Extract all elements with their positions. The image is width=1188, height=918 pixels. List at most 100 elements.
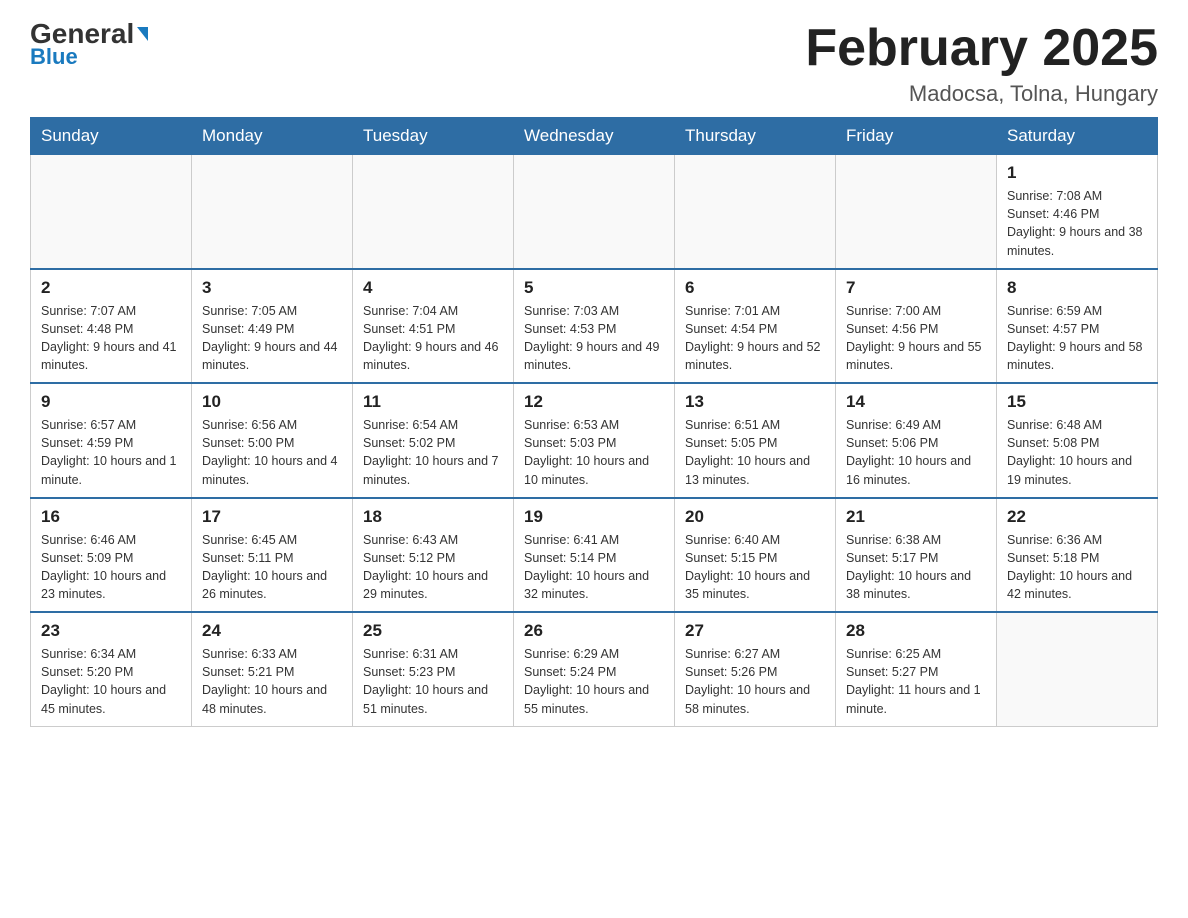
month-title: February 2025	[805, 20, 1158, 77]
day-info: Sunrise: 6:38 AMSunset: 5:17 PMDaylight:…	[846, 531, 986, 604]
day-number: 25	[363, 621, 503, 641]
day-info: Sunrise: 7:03 AMSunset: 4:53 PMDaylight:…	[524, 302, 664, 375]
day-number: 4	[363, 278, 503, 298]
calendar-cell: 3 Sunrise: 7:05 AMSunset: 4:49 PMDaylight…	[192, 269, 353, 384]
calendar-cell: 13 Sunrise: 6:51 AMSunset: 5:05 PMDayligh…	[675, 383, 836, 498]
day-number: 27	[685, 621, 825, 641]
calendar-cell: 11 Sunrise: 6:54 AMSunset: 5:02 PMDayligh…	[353, 383, 514, 498]
day-info: Sunrise: 6:56 AMSunset: 5:00 PMDaylight:…	[202, 416, 342, 489]
page-header: General Blue February 2025 Madocsa, Toln…	[30, 20, 1158, 107]
calendar-cell: 14 Sunrise: 6:49 AMSunset: 5:06 PMDayligh…	[836, 383, 997, 498]
day-number: 19	[524, 507, 664, 527]
day-info: Sunrise: 7:01 AMSunset: 4:54 PMDaylight:…	[685, 302, 825, 375]
calendar-cell	[836, 155, 997, 269]
day-info: Sunrise: 7:08 AMSunset: 4:46 PMDaylight:…	[1007, 187, 1147, 260]
calendar-day-header: Wednesday	[514, 118, 675, 155]
day-info: Sunrise: 7:04 AMSunset: 4:51 PMDaylight:…	[363, 302, 503, 375]
day-number: 1	[1007, 163, 1147, 183]
day-info: Sunrise: 6:33 AMSunset: 5:21 PMDaylight:…	[202, 645, 342, 718]
day-info: Sunrise: 6:40 AMSunset: 5:15 PMDaylight:…	[685, 531, 825, 604]
calendar-cell: 19 Sunrise: 6:41 AMSunset: 5:14 PMDayligh…	[514, 498, 675, 613]
day-number: 15	[1007, 392, 1147, 412]
calendar-day-header: Tuesday	[353, 118, 514, 155]
day-number: 16	[41, 507, 181, 527]
day-info: Sunrise: 6:31 AMSunset: 5:23 PMDaylight:…	[363, 645, 503, 718]
day-number: 18	[363, 507, 503, 527]
calendar-cell	[192, 155, 353, 269]
calendar-header-row: SundayMondayTuesdayWednesdayThursdayFrid…	[31, 118, 1158, 155]
calendar-cell: 26Sunrise: 6:29 AMSunset: 5:24 PMDayligh…	[514, 612, 675, 726]
calendar-week-row: 2Sunrise: 7:07 AMSunset: 4:48 PMDaylight…	[31, 269, 1158, 384]
calendar-cell: 20 Sunrise: 6:40 AMSunset: 5:15 PMDayligh…	[675, 498, 836, 613]
calendar-cell	[353, 155, 514, 269]
calendar-week-row: 16 Sunrise: 6:46 AMSunset: 5:09 PMDayligh…	[31, 498, 1158, 613]
day-number: 24	[202, 621, 342, 641]
calendar-cell: 2Sunrise: 7:07 AMSunset: 4:48 PMDaylight…	[31, 269, 192, 384]
calendar-cell: 16 Sunrise: 6:46 AMSunset: 5:09 PMDayligh…	[31, 498, 192, 613]
day-info: Sunrise: 6:57 AMSunset: 4:59 PMDaylight:…	[41, 416, 181, 489]
day-info: Sunrise: 6:49 AMSunset: 5:06 PMDaylight:…	[846, 416, 986, 489]
day-number: 11	[363, 392, 503, 412]
calendar-cell: 21Sunrise: 6:38 AMSunset: 5:17 PMDayligh…	[836, 498, 997, 613]
day-info: Sunrise: 6:27 AMSunset: 5:26 PMDaylight:…	[685, 645, 825, 718]
calendar-cell	[514, 155, 675, 269]
calendar-cell: 22 Sunrise: 6:36 AMSunset: 5:18 PMDayligh…	[997, 498, 1158, 613]
day-info: Sunrise: 6:51 AMSunset: 5:05 PMDaylight:…	[685, 416, 825, 489]
day-number: 6	[685, 278, 825, 298]
day-number: 23	[41, 621, 181, 641]
day-info: Sunrise: 7:05 AMSunset: 4:49 PMDaylight:…	[202, 302, 342, 375]
day-number: 28	[846, 621, 986, 641]
day-number: 7	[846, 278, 986, 298]
calendar-cell	[675, 155, 836, 269]
day-info: Sunrise: 6:25 AMSunset: 5:27 PMDaylight:…	[846, 645, 986, 718]
calendar-cell	[997, 612, 1158, 726]
calendar-cell: 18 Sunrise: 6:43 AMSunset: 5:12 PMDayligh…	[353, 498, 514, 613]
day-info: Sunrise: 7:00 AMSunset: 4:56 PMDaylight:…	[846, 302, 986, 375]
day-number: 5	[524, 278, 664, 298]
day-info: Sunrise: 6:43 AMSunset: 5:12 PMDaylight:…	[363, 531, 503, 604]
day-info: Sunrise: 6:53 AMSunset: 5:03 PMDaylight:…	[524, 416, 664, 489]
day-number: 20	[685, 507, 825, 527]
day-info: Sunrise: 6:48 AMSunset: 5:08 PMDaylight:…	[1007, 416, 1147, 489]
calendar-cell: 5 Sunrise: 7:03 AMSunset: 4:53 PMDaylight…	[514, 269, 675, 384]
day-info: Sunrise: 6:54 AMSunset: 5:02 PMDaylight:…	[363, 416, 503, 489]
calendar-cell: 25 Sunrise: 6:31 AMSunset: 5:23 PMDayligh…	[353, 612, 514, 726]
logo: General Blue	[30, 20, 148, 70]
calendar-cell: 15 Sunrise: 6:48 AMSunset: 5:08 PMDayligh…	[997, 383, 1158, 498]
calendar-cell: 24 Sunrise: 6:33 AMSunset: 5:21 PMDayligh…	[192, 612, 353, 726]
calendar-cell: 9 Sunrise: 6:57 AMSunset: 4:59 PMDaylight…	[31, 383, 192, 498]
day-info: Sunrise: 6:41 AMSunset: 5:14 PMDaylight:…	[524, 531, 664, 604]
calendar-cell: 7 Sunrise: 7:00 AMSunset: 4:56 PMDaylight…	[836, 269, 997, 384]
calendar-day-header: Thursday	[675, 118, 836, 155]
day-info: Sunrise: 6:29 AMSunset: 5:24 PMDaylight:…	[524, 645, 664, 718]
day-info: Sunrise: 6:34 AMSunset: 5:20 PMDaylight:…	[41, 645, 181, 718]
day-info: Sunrise: 6:36 AMSunset: 5:18 PMDaylight:…	[1007, 531, 1147, 604]
day-number: 9	[41, 392, 181, 412]
calendar-day-header: Friday	[836, 118, 997, 155]
day-info: Sunrise: 6:45 AMSunset: 5:11 PMDaylight:…	[202, 531, 342, 604]
day-number: 3	[202, 278, 342, 298]
calendar-week-row: 23 Sunrise: 6:34 AMSunset: 5:20 PMDayligh…	[31, 612, 1158, 726]
calendar-cell: 10 Sunrise: 6:56 AMSunset: 5:00 PMDayligh…	[192, 383, 353, 498]
day-info: Sunrise: 6:46 AMSunset: 5:09 PMDaylight:…	[41, 531, 181, 604]
calendar-day-header: Monday	[192, 118, 353, 155]
calendar-week-row: 9 Sunrise: 6:57 AMSunset: 4:59 PMDaylight…	[31, 383, 1158, 498]
day-number: 14	[846, 392, 986, 412]
calendar-cell: 27 Sunrise: 6:27 AMSunset: 5:26 PMDayligh…	[675, 612, 836, 726]
day-number: 8	[1007, 278, 1147, 298]
logo-bottom: Blue	[30, 44, 78, 70]
calendar-cell: 17Sunrise: 6:45 AMSunset: 5:11 PMDayligh…	[192, 498, 353, 613]
calendar-cell: 28 Sunrise: 6:25 AMSunset: 5:27 PMDayligh…	[836, 612, 997, 726]
calendar-cell: 6 Sunrise: 7:01 AMSunset: 4:54 PMDaylight…	[675, 269, 836, 384]
day-number: 12	[524, 392, 664, 412]
location: Madocsa, Tolna, Hungary	[805, 81, 1158, 107]
day-info: Sunrise: 7:07 AMSunset: 4:48 PMDaylight:…	[41, 302, 181, 375]
calendar-day-header: Sunday	[31, 118, 192, 155]
calendar-day-header: Saturday	[997, 118, 1158, 155]
title-section: February 2025 Madocsa, Tolna, Hungary	[805, 20, 1158, 107]
calendar-cell: 23 Sunrise: 6:34 AMSunset: 5:20 PMDayligh…	[31, 612, 192, 726]
day-number: 10	[202, 392, 342, 412]
day-number: 13	[685, 392, 825, 412]
day-number: 22	[1007, 507, 1147, 527]
calendar-cell: 12 Sunrise: 6:53 AMSunset: 5:03 PMDayligh…	[514, 383, 675, 498]
